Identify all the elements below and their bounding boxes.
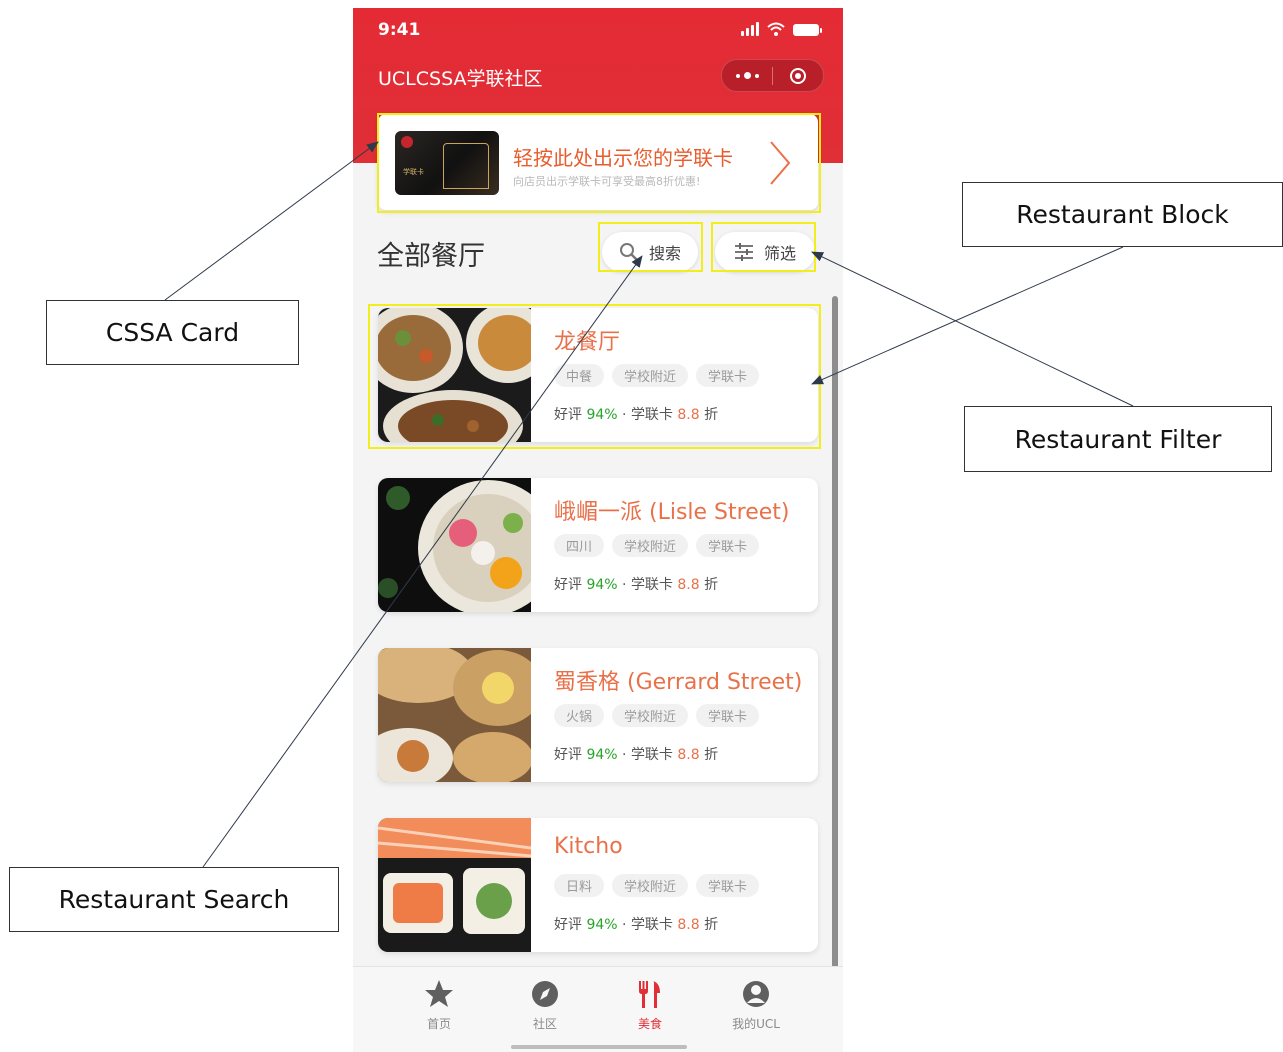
- annotation-restaurant-search: Restaurant Search: [9, 867, 339, 932]
- annotation-restaurant-filter: Restaurant Filter: [964, 406, 1272, 472]
- annotation-restaurant-block: Restaurant Block: [962, 182, 1283, 247]
- annotation-cssa-card: CSSA Card: [46, 300, 299, 365]
